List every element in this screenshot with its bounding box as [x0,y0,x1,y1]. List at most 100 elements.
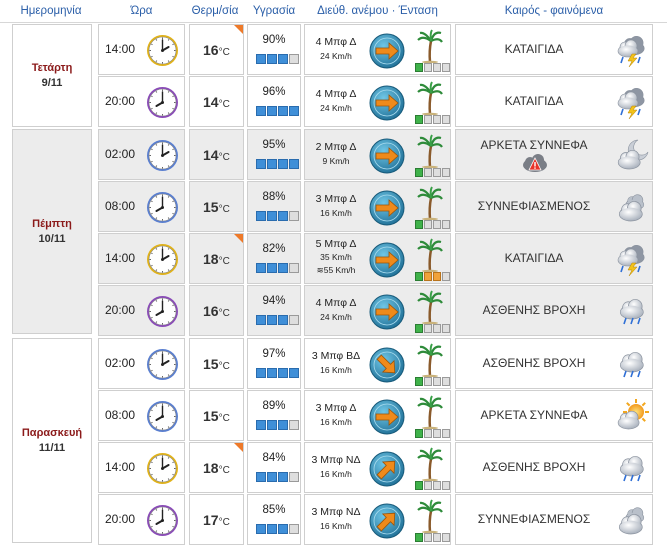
humidity-segment [289,211,299,221]
humidity-value: 82% [262,243,286,255]
humidity-segment [256,420,266,430]
humidity-segment [278,159,288,169]
temperature-value: 18 [203,460,219,476]
forecast-row: 14:00 18°C 84% 3 Μπφ ΝΔ 16 Km/h ΑΣΘΕΝΗΣ … [0,442,667,493]
humidity-segment [267,106,277,116]
humidity-segment [256,263,266,273]
humidity-value: 96% [262,86,286,98]
humidity-segment [278,211,288,221]
wind-beaufort: 5 Μπφ Δ [315,238,357,250]
temperature-unit: °C [218,47,230,58]
forecast-row: 02:00 15°C 97% 3 Μπφ ΒΔ 16 Km/h ΑΣΘΕΝΗΣ … [0,338,667,389]
humidity-segment [289,159,299,169]
forecast-row: 20:00 16°C 94% 4 Μπφ Δ 24 Km/h ΑΣΘΕΝΗΣ Β… [0,285,667,336]
time-label: 20:00 [105,303,136,317]
weather-cell: ΚΑΤΑΙΓΙΔΑ [455,24,653,75]
weather-cell: ΚΑΤΑΙΓΙΔΑ [455,233,653,284]
table-header: Ημερομηνία Ώρα Θερμ/σία Υγρασία Διεύθ. α… [0,0,667,23]
humidity-cell: 88% [247,181,301,232]
wind-speed: 16 Km/h [320,521,352,531]
wind-speed: 16 Km/h [320,208,352,218]
humidity-bar [256,368,299,378]
time-label: 08:00 [105,408,136,422]
wind-speed: 16 Km/h [320,417,352,427]
storm-warning-icon [523,154,547,172]
wind-segment [415,63,423,72]
wind-segment [433,220,441,229]
wind-segment [433,429,441,438]
wind-segment [433,533,441,542]
palm-tree-icon [417,395,443,429]
time-label: 14:00 [105,460,136,474]
weather-cell: ΑΡΚΕΤΑ ΣΥΝΝΕΦΑ [455,129,653,180]
wind-segment [415,377,423,386]
wind-strength-bar [415,481,450,490]
wind-segment [415,220,423,229]
palm-tree-icon [417,290,443,324]
humidity-segment [289,106,299,116]
wind-beaufort: 3 Μπφ Δ [315,402,357,414]
thunderstorm-icon [617,87,645,119]
wind-speed: 9 Km/h [322,156,350,166]
wind-beaufort: 2 Μπφ Δ [315,141,357,153]
forecast-row: 20:00 14°C 96% 4 Μπφ Δ 24 Km/h ΚΑΤΑΙΓΙΔΑ [0,76,667,127]
weather-description: ΑΡΚΕΤΑ ΣΥΝΝΕΦΑ [480,138,588,152]
temperature-unit: °C [218,361,230,372]
humidity-segment [267,211,277,221]
time-label: 14:00 [105,42,136,56]
humidity-segment [278,368,288,378]
clock-icon [147,505,178,536]
weather-description: ΚΑΤΑΙΓΙΔΑ [504,251,564,265]
wind-segment [415,324,423,333]
thunderstorm-icon [617,35,645,67]
humidity-segment [256,159,266,169]
clock-icon [147,192,178,223]
weather-cell: ΑΣΘΕΝΗΣ ΒΡΟΧΗ [455,285,653,336]
wind-beaufort: 4 Μπφ Δ [315,36,357,48]
wind-direction-icon [369,503,405,539]
light-rain-icon [619,456,644,482]
wind-direction-icon [369,294,405,330]
humidity-segment [289,472,299,482]
wind-speed: 24 Km/h [320,51,352,61]
time-label: 08:00 [105,199,136,213]
weather-description: ΚΑΤΑΙΓΙΔΑ [504,42,564,56]
clock-icon [147,401,178,432]
temperature-unit: °C [218,256,230,267]
weather-description: ΣΥΝΝΕΦΙΑΣΜΕΝΟΣ [477,199,591,213]
wind-cell: 3 Μπφ Δ 16 Km/h [304,181,451,232]
humidity-cell: 84% [247,442,301,493]
humidity-bar [256,159,299,169]
wind-segment [442,115,450,124]
wind-strength-bar [415,429,450,438]
clock-icon [147,87,178,118]
humidity-bar [256,54,299,64]
clock-icon [147,244,178,275]
wind-segment [433,481,441,490]
temperature-unit: °C [218,152,230,163]
wind-beaufort: 3 Μπφ ΝΔ [311,454,361,466]
wind-beaufort: 3 Μπφ ΝΔ [311,506,361,518]
wind-speed: 24 Km/h [320,312,352,322]
forecast-row: 14:00 18°C 82% 5 Μπφ Δ 35 Km/h ≋55 Km/h [0,233,667,284]
humidity-segment [256,524,266,534]
temperature-value: 16 [203,42,219,58]
temperature-cell: 14°C [189,129,244,180]
humidity-segment [256,472,266,482]
header-wind: Διεύθ. ανέμου · Ένταση [317,5,438,17]
humidity-segment [256,211,266,221]
humidity-segment [289,54,299,64]
temperature-value: 15 [203,356,219,372]
temperature-unit: °C [218,413,230,424]
wind-direction-icon [369,33,405,69]
wind-cell: 4 Μπφ Δ 24 Km/h [304,285,451,336]
wind-strength-bar [415,324,450,333]
humidity-bar [256,420,299,430]
humidity-cell: 97% [247,338,301,389]
weather-cell: ΑΣΘΕΝΗΣ ΒΡΟΧΗ [455,442,653,493]
humidity-value: 90% [262,34,286,46]
header-temp: Θερμ/σία [191,5,239,17]
forecast-row: 14:00 16°C 90% 4 Μπφ Δ 24 Km/h ΚΑΤΑΙΓΙΔΑ [0,24,667,75]
wind-segment [442,220,450,229]
weather-description: ΚΑΤΑΙΓΙΔΑ [504,94,564,108]
